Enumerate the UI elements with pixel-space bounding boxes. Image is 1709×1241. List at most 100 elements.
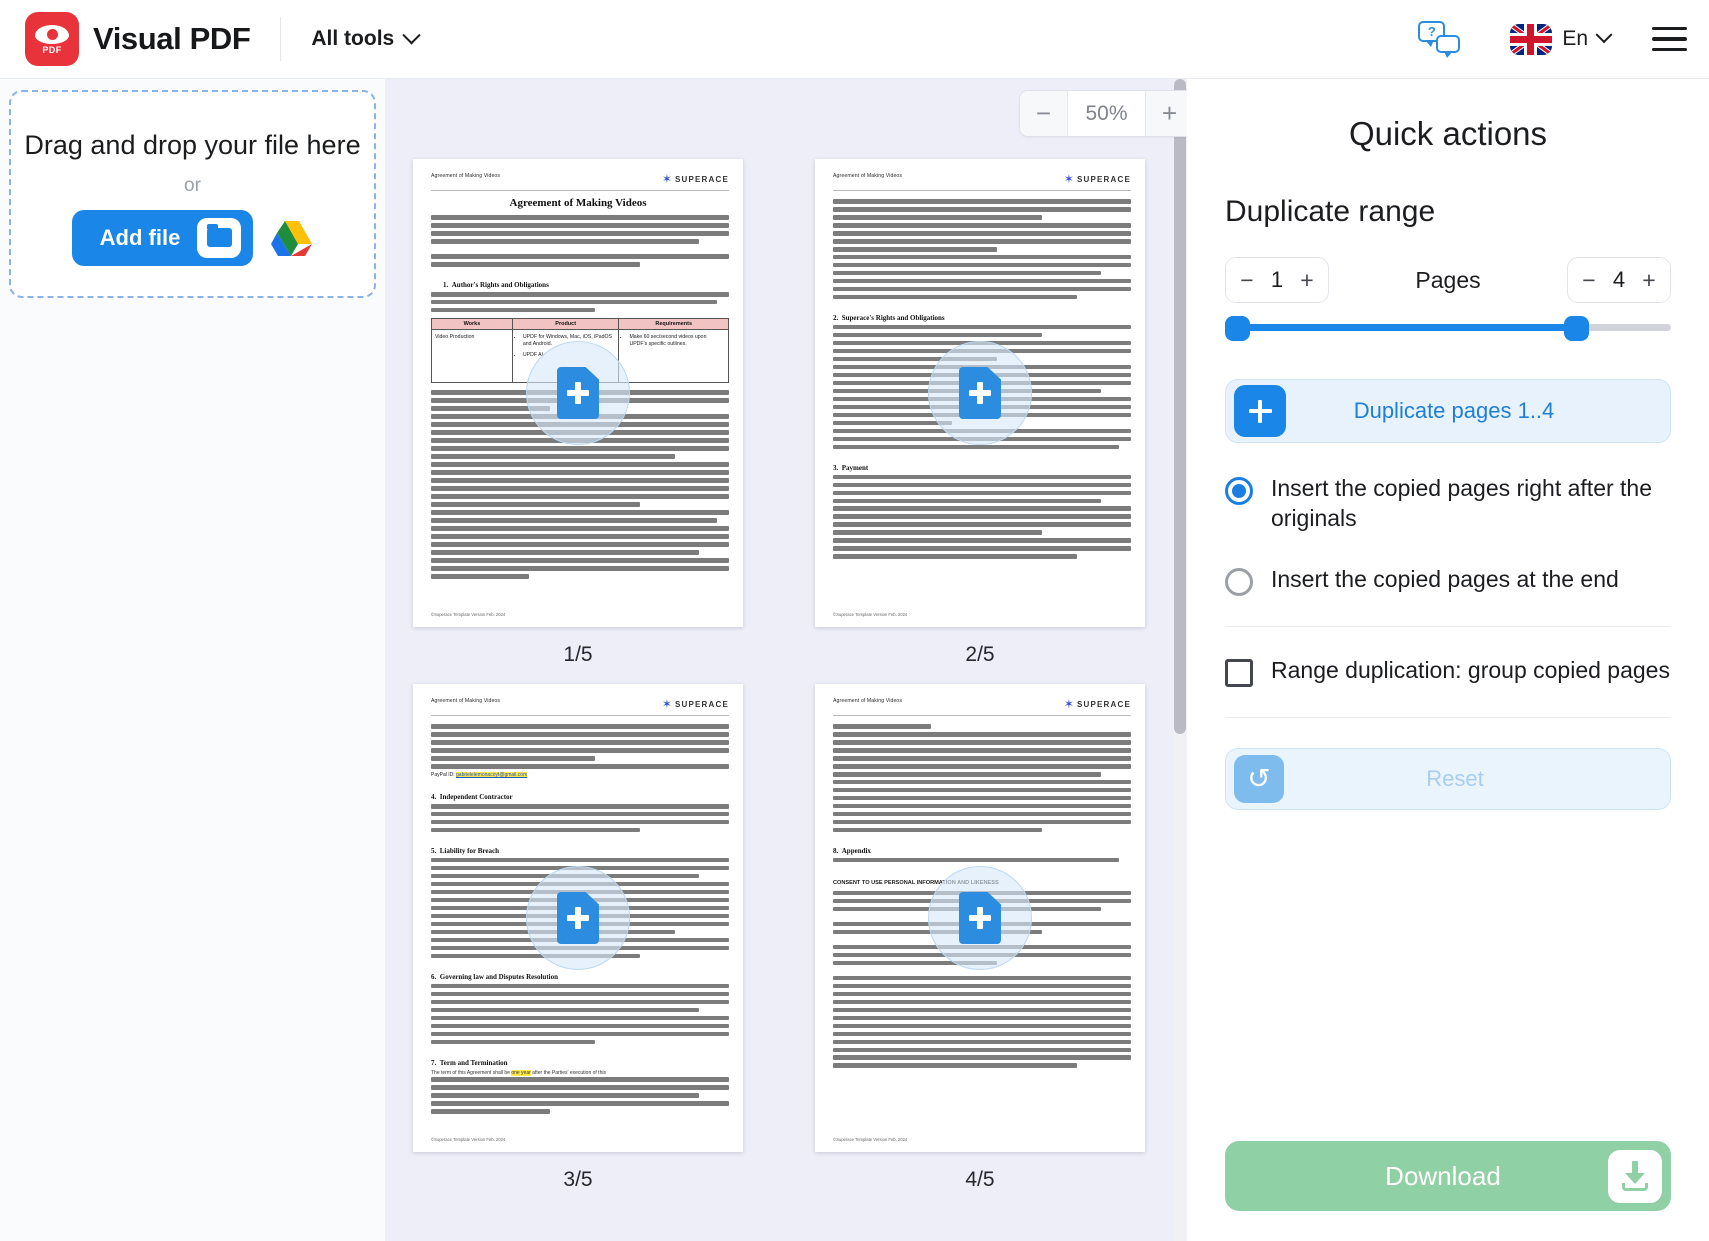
range-to-decrement-button[interactable]: − — [1574, 258, 1604, 302]
superace-label: SUPERACE — [674, 699, 729, 709]
undo-icon: ↺ — [1234, 754, 1284, 803]
page-thumbnail[interactable]: Agreement of Making Videos ✶ SUPERACE Ag… — [413, 159, 743, 627]
superace-logo: ✶ SUPERACE — [662, 698, 729, 710]
brand-name: Visual PDF — [93, 21, 251, 56]
slider-handle-start[interactable] — [1225, 316, 1250, 341]
brand: PDF Visual PDF — [0, 12, 251, 66]
page-cell: Agreement of Making Videos ✶ SUPERACE Pa… — [413, 684, 743, 1201]
table-header: Works — [432, 319, 512, 331]
table-list-item: Make 60 sec/second videos upon UPDF's sp… — [629, 334, 725, 348]
quick-actions-panel: Quick actions Duplicate range − 1 + Page… — [1187, 79, 1709, 1241]
paypal-line: PayPal ID: gabrielelemonacoyt@gmail.com — [431, 771, 528, 778]
page-number-label: 2/5 — [965, 643, 995, 666]
language-selector[interactable]: En — [1510, 23, 1613, 55]
superace-label: SUPERACE — [674, 174, 729, 184]
page-thumbnail-grid: Agreement of Making Videos ✶ SUPERACE Ag… — [385, 79, 1173, 1241]
duplicate-pages-label: Duplicate pages 1..4 — [1353, 398, 1555, 423]
viewer-scrollbar[interactable] — [1173, 79, 1187, 1241]
table-cell: Video Production — [435, 334, 475, 341]
star-icon: ✶ — [661, 697, 672, 711]
slider-fill — [1233, 324, 1582, 331]
header-divider — [280, 17, 282, 61]
add-page-overlay-button[interactable] — [928, 866, 1032, 970]
option-label: Insert the copied pages at the end — [1271, 565, 1619, 592]
plus-icon — [1234, 385, 1286, 437]
option-insert-after-originals[interactable]: Insert the copied pages right after the … — [1225, 473, 1671, 534]
chevron-down-icon — [402, 25, 421, 44]
doc-runhead: Agreement of Making Videos — [833, 173, 903, 179]
page-thumbnail[interactable]: Agreement of Making Videos ✶ SUPERACE Pa… — [413, 684, 743, 1152]
term-text: The term of this Agreement shall be one … — [431, 1069, 606, 1076]
range-slider[interactable] — [1225, 311, 1671, 345]
divider — [1225, 625, 1671, 627]
hamburger-menu-icon[interactable] — [1652, 26, 1687, 52]
eye-icon — [35, 25, 69, 44]
range-from-decrement-button[interactable]: − — [1232, 258, 1262, 302]
chevron-down-icon — [1595, 26, 1613, 44]
doc-heading: 8. Appendix — [833, 846, 871, 855]
language-label: En — [1562, 27, 1588, 50]
page-number-label: 1/5 — [563, 643, 593, 666]
add-file-button[interactable]: Add file — [71, 209, 254, 266]
add-page-overlay-button[interactable] — [928, 341, 1032, 445]
range-to-stepper[interactable]: − 4 + — [1567, 257, 1671, 303]
reset-label: Reset — [1426, 765, 1484, 791]
zoom-in-button[interactable]: + — [1146, 91, 1187, 136]
page-thumbnail[interactable]: Agreement of Making Videos ✶ SUPERACE 8.… — [815, 684, 1145, 1152]
document-plus-icon — [959, 367, 1001, 419]
section-title: Duplicate range — [1225, 195, 1436, 228]
option-label: Insert the copied pages right after the … — [1271, 475, 1653, 532]
all-tools-label: All tools — [311, 27, 395, 50]
add-page-overlay-button[interactable] — [526, 866, 630, 970]
table-header: Requirements — [618, 319, 728, 331]
table-header: Product — [511, 319, 619, 331]
doc-footer: ©Superace Template Version Feb. 2024 — [833, 612, 908, 617]
app-header: PDF Visual PDF All tools ? En — [0, 0, 1709, 79]
doc-runhead: Agreement of Making Videos — [431, 173, 501, 179]
superace-logo: ✶ SUPERACE — [1064, 698, 1131, 710]
star-icon: ✶ — [1063, 697, 1074, 711]
range-from-value: 1 — [1270, 267, 1284, 292]
range-row: − 1 + Pages − 4 + — [1225, 257, 1671, 303]
option-insert-at-end[interactable]: Insert the copied pages at the end — [1225, 564, 1671, 596]
superace-logo: ✶ SUPERACE — [1064, 173, 1131, 185]
reset-button[interactable]: ↺ Reset — [1225, 747, 1671, 810]
doc-heading: 5. Liability for Breach — [431, 846, 499, 855]
chat-question-icon[interactable]: ? — [1418, 19, 1464, 59]
range-to-increment-button[interactable]: + — [1634, 258, 1664, 302]
visual-pdf-logo-icon: PDF — [25, 12, 79, 66]
page-cell: Agreement of Making Videos ✶ SUPERACE Ag… — [413, 159, 743, 676]
google-drive-icon[interactable] — [271, 219, 313, 257]
all-tools-menu[interactable]: All tools — [311, 25, 421, 51]
download-button[interactable]: Download — [1225, 1141, 1671, 1211]
doc-heading: 3. Payment — [833, 463, 869, 472]
star-icon: ✶ — [1063, 172, 1074, 186]
pages-label: Pages — [1415, 266, 1481, 293]
dropzone-or-label: or — [184, 174, 201, 196]
group-copied-pages-option[interactable]: Range duplication: group copied pages — [1225, 655, 1671, 687]
file-dropzone[interactable]: Drag and drop your file here or Add file — [9, 90, 376, 298]
range-from-stepper[interactable]: − 1 + — [1225, 257, 1329, 303]
zoom-out-button[interactable]: − — [1020, 91, 1067, 136]
page-cell: Agreement of Making Videos ✶ SUPERACE 2.… — [815, 159, 1145, 676]
add-page-overlay-button[interactable] — [526, 341, 630, 445]
zoom-level-value: 50% — [1067, 91, 1146, 136]
document-plus-icon — [959, 892, 1001, 944]
checkbox-label: Range duplication: group copied pages — [1271, 656, 1670, 683]
page-number-label: 4/5 — [965, 1168, 995, 1191]
download-label: Download — [1385, 1160, 1501, 1191]
radio-icon[interactable] — [1225, 567, 1253, 596]
dropzone-title: Drag and drop your file here — [24, 130, 361, 161]
range-from-increment-button[interactable]: + — [1292, 258, 1322, 302]
dropzone-actions: Add file — [71, 209, 314, 266]
header-right-group: ? En — [1418, 19, 1709, 59]
scrollbar-thumb[interactable] — [1174, 79, 1186, 734]
document-title: Agreement of Making Videos — [509, 197, 647, 209]
doc-footer: ©Superace Template Version Feb. 2024 — [431, 612, 506, 617]
duplicate-pages-button[interactable]: Duplicate pages 1..4 — [1225, 379, 1671, 443]
page-thumbnail[interactable]: Agreement of Making Videos ✶ SUPERACE 2.… — [815, 159, 1145, 627]
checkbox-icon[interactable] — [1225, 658, 1253, 687]
slider-handle-end[interactable] — [1563, 316, 1589, 341]
doc-footer: ©Superace Template Version Feb. 2024 — [431, 1137, 506, 1142]
radio-icon-selected[interactable] — [1225, 477, 1253, 505]
